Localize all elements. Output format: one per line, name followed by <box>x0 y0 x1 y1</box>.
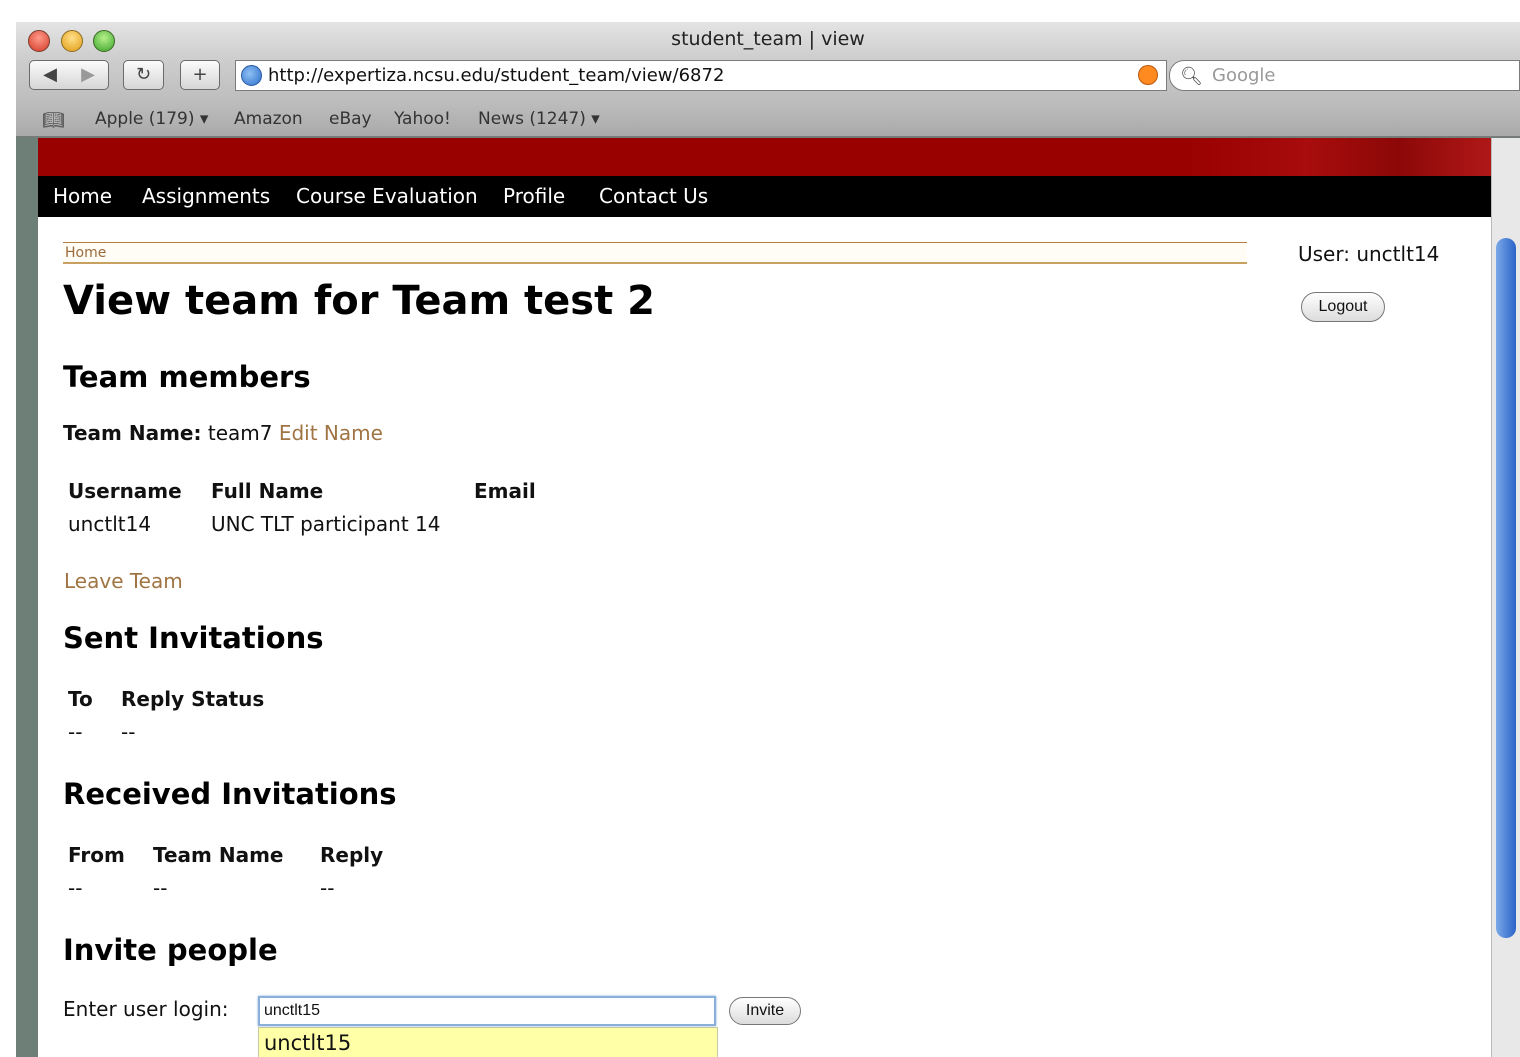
nav-assignments[interactable]: Assignments <box>142 184 270 208</box>
sent-cell-to: -- <box>68 720 83 744</box>
received-cell-reply: -- <box>320 876 335 900</box>
browser-toolbar: student_team | view ◀ ▶ ↻ + http://expert… <box>16 22 1520 137</box>
member-fullname: UNC TLT participant 14 <box>211 512 441 536</box>
banner-image <box>1185 138 1491 176</box>
page-title: View team for Team test 2 <box>63 278 655 324</box>
forward-arrow-icon[interactable]: ▶ <box>69 61 107 89</box>
back-arrow-icon[interactable]: ◀ <box>31 61 69 89</box>
scrollbar-thumb[interactable] <box>1496 238 1516 938</box>
browser-window: student_team | view ◀ ▶ ↻ + http://expert… <box>16 22 1520 1057</box>
bookmarks-bar: 📖︎ Apple (179) ▾ Amazon eBay Yahoo! News… <box>16 106 1520 136</box>
address-bar[interactable]: http://expertiza.ncsu.edu/student_team/v… <box>235 60 1167 91</box>
received-invitations-heading: Received Invitations <box>63 777 397 811</box>
snapback-icon[interactable] <box>1138 65 1158 85</box>
team-name-label: Team Name: <box>63 421 202 445</box>
received-cell-from: -- <box>68 876 83 900</box>
add-bookmark-icon[interactable]: + <box>180 60 220 90</box>
sent-header-to: To <box>68 687 93 711</box>
main-nav: Home Assignments Course Evaluation Profi… <box>38 176 1491 217</box>
bookmark-ebay[interactable]: eBay <box>329 109 372 129</box>
received-header-team-name: Team Name <box>153 843 284 867</box>
current-user: User: unctlt14 <box>1298 242 1440 266</box>
logout-button[interactable]: Logout <box>1301 292 1385 322</box>
edit-name-link[interactable]: Edit Name <box>279 421 383 445</box>
nav-profile[interactable]: Profile <box>503 184 565 208</box>
invite-people-heading: Invite people <box>63 933 278 967</box>
nav-course-evaluation[interactable]: Course Evaluation <box>296 184 478 208</box>
bookmark-yahoo[interactable]: Yahoo! <box>394 109 451 129</box>
team-name-value: team7 <box>207 421 273 445</box>
window-title: student_team | view <box>671 28 865 50</box>
bookmark-amazon[interactable]: Amazon <box>234 109 303 129</box>
members-header-username: Username <box>68 479 182 503</box>
member-username: unctlt14 <box>68 512 152 536</box>
search-placeholder: Google <box>1212 65 1276 86</box>
site-banner <box>38 138 1491 176</box>
reload-icon[interactable]: ↻ <box>123 60 164 90</box>
bookmarks-book-icon[interactable]: 📖︎ <box>42 110 65 131</box>
vertical-scrollbar[interactable] <box>1491 138 1520 1057</box>
team-name-line: Team Name: team7 Edit Name <box>63 421 383 445</box>
invite-button[interactable]: Invite <box>729 997 801 1025</box>
sent-invitations-heading: Sent Invitations <box>63 621 324 655</box>
sent-header-reply-status: Reply Status <box>121 687 265 711</box>
user-login-input[interactable]: unctlt15 <box>258 996 716 1026</box>
breadcrumb-home-link[interactable]: Home <box>65 245 106 261</box>
bookmark-apple[interactable]: Apple (179) ▾ <box>95 109 208 129</box>
invite-label: Enter user login: <box>63 997 229 1021</box>
search-field[interactable]: 🔍︎ Google <box>1169 60 1520 91</box>
breadcrumb: Home <box>63 242 1247 264</box>
received-header-reply: Reply <box>320 843 384 867</box>
nav-contact-us[interactable]: Contact Us <box>599 184 708 208</box>
received-header-from: From <box>68 843 125 867</box>
members-header-email: Email <box>474 479 536 503</box>
received-cell-team-name: -- <box>153 876 168 900</box>
web-page: Home Assignments Course Evaluation Profi… <box>38 138 1491 1057</box>
members-header-fullname: Full Name <box>211 479 324 503</box>
url-text: http://expertiza.ncsu.edu/student_team/v… <box>268 65 725 86</box>
bookmark-news[interactable]: News (1247) ▾ <box>478 109 600 129</box>
team-members-heading: Team members <box>63 360 311 394</box>
globe-icon <box>241 65 262 86</box>
leave-team-link[interactable]: Leave Team <box>64 569 183 593</box>
search-icon: 🔍︎ <box>1180 66 1203 87</box>
nav-home[interactable]: Home <box>53 184 112 208</box>
back-forward-buttons[interactable]: ◀ ▶ <box>29 60 109 90</box>
autocomplete-suggestion[interactable]: unctlt15 <box>258 1027 718 1057</box>
sent-cell-reply-status: -- <box>121 720 136 744</box>
